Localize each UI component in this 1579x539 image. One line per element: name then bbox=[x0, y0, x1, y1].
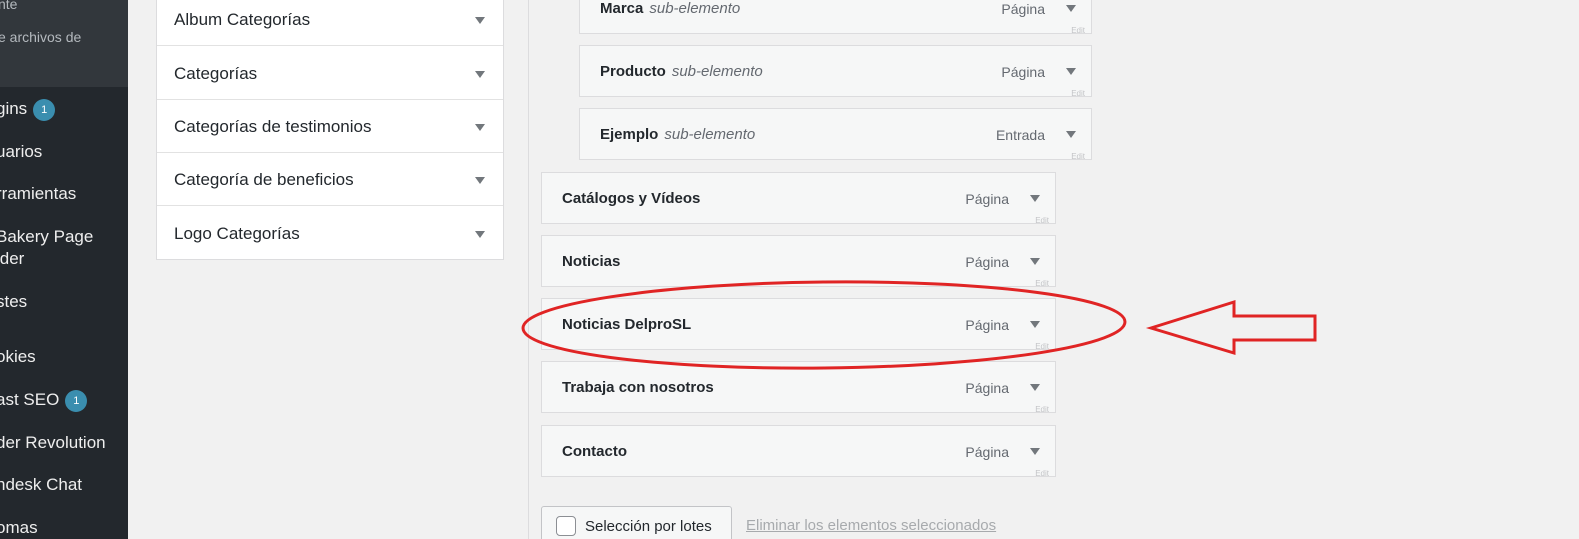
accordion-item-album-categorias[interactable]: Album Categorías bbox=[157, 0, 503, 46]
sidebar-item-wpbakery[interactable]: Bakery Page lder bbox=[0, 226, 93, 270]
sub-element-label: sub-elemento bbox=[664, 126, 756, 143]
sidebar-item-users[interactable]: uarios bbox=[0, 141, 42, 163]
caret-down-icon[interactable] bbox=[1030, 321, 1040, 328]
sidebar-item-slider-revolution[interactable]: der Revolution bbox=[0, 432, 106, 454]
edit-label: Edit bbox=[1071, 26, 1085, 35]
accordion-item-label: Categorías de testimonios bbox=[174, 117, 372, 136]
menu-item-noticias[interactable]: Noticias Página Edit bbox=[541, 235, 1056, 288]
edit-label: Edit bbox=[1035, 279, 1049, 288]
edit-label: Edit bbox=[1071, 152, 1085, 161]
accordion-item-logo-categorias[interactable]: Logo Categorías bbox=[157, 207, 503, 260]
caret-down-icon[interactable] bbox=[1066, 5, 1076, 12]
menu-item-title: Noticias DelproSL bbox=[562, 316, 692, 333]
sidebar-item-ajustes[interactable]: stes bbox=[0, 291, 27, 313]
sub-element-label: sub-elemento bbox=[649, 0, 741, 17]
accordion-item-label: Categorías bbox=[174, 64, 258, 83]
menu-item-title: Ejemplo sub-elemento bbox=[600, 126, 756, 143]
update-count-badge: 1 bbox=[65, 389, 88, 412]
menu-item-noticias-delprosl[interactable]: Noticias DelproSL Página Edit bbox=[541, 298, 1056, 351]
edit-label: Edit bbox=[1035, 469, 1049, 478]
caret-down-icon bbox=[475, 231, 485, 238]
sidebar-submenu: nte e archivos de bbox=[0, 0, 128, 87]
menu-item-contacto[interactable]: Contacto Página Edit bbox=[541, 425, 1056, 478]
update-count-badge: 1 bbox=[33, 98, 56, 121]
caret-down-icon bbox=[475, 71, 485, 78]
edit-label: Edit bbox=[1035, 342, 1049, 351]
bulk-select-label: Selección por lotes bbox=[585, 518, 712, 535]
caret-down-icon[interactable] bbox=[1030, 448, 1040, 455]
accordion-item-label: Categoría de beneficios bbox=[174, 170, 354, 189]
menu-item-catalogos-videos[interactable]: Catálogos y Vídeos Página Edit bbox=[541, 172, 1056, 225]
bulk-select-button[interactable]: Selección por lotes bbox=[541, 506, 732, 539]
sidebar-subitem-2[interactable]: e archivos de bbox=[0, 29, 81, 45]
caret-down-icon bbox=[475, 17, 485, 24]
menu-item-title: Trabaja con nosotros bbox=[562, 379, 714, 396]
annotation-arrow-icon bbox=[1145, 299, 1317, 356]
sidebar-item-tools[interactable]: rramientas bbox=[0, 183, 76, 205]
remove-selected-link[interactable]: Eliminar los elementos seleccionados bbox=[746, 517, 996, 534]
caret-down-icon[interactable] bbox=[1030, 384, 1040, 391]
admin-sidebar: nte e archivos de gins 1 uarios rramienta… bbox=[0, 0, 128, 539]
menu-item-type: Página bbox=[965, 317, 1009, 333]
menu-item-producto[interactable]: Producto sub-elemento Página Edit bbox=[579, 45, 1092, 98]
menu-item-title: Producto sub-elemento bbox=[600, 63, 763, 80]
sidebar-item-label: gins bbox=[0, 99, 28, 118]
caret-down-icon[interactable] bbox=[1066, 68, 1076, 75]
caret-down-icon bbox=[475, 124, 485, 131]
edit-label: Edit bbox=[1035, 216, 1049, 225]
accordion-item-label: Album Categorías bbox=[174, 10, 311, 29]
edit-label: Edit bbox=[1035, 405, 1049, 414]
menu-item-title: Catálogos y Vídeos bbox=[562, 190, 701, 207]
menu-item-type: Página bbox=[965, 254, 1009, 270]
menu-item-type: Página bbox=[1001, 64, 1045, 80]
column-divider bbox=[528, 0, 529, 539]
menu-item-title: Contacto bbox=[562, 443, 627, 460]
menu-item-ejemplo[interactable]: Ejemplo sub-elemento Entrada Edit bbox=[579, 108, 1092, 161]
caret-down-icon[interactable] bbox=[1066, 131, 1076, 138]
sidebar-item-label: lder bbox=[0, 249, 25, 268]
accordion-item-categorias[interactable]: Categorías bbox=[157, 47, 503, 100]
sidebar-item-label: ast SEO bbox=[0, 390, 60, 409]
bulk-select-checkbox[interactable] bbox=[556, 516, 576, 536]
accordion-item-label: Logo Categorías bbox=[174, 224, 300, 243]
caret-down-icon[interactable] bbox=[1030, 258, 1040, 265]
caret-down-icon[interactable] bbox=[1030, 195, 1040, 202]
caret-down-icon bbox=[475, 177, 485, 184]
menu-item-trabaja-con-nosotros[interactable]: Trabaja con nosotros Página Edit bbox=[541, 361, 1056, 414]
sub-element-label: sub-elemento bbox=[671, 63, 763, 80]
menu-item-type: Entrada bbox=[995, 127, 1045, 143]
accordion-item-categorias-testimonios[interactable]: Categorías de testimonios bbox=[157, 100, 503, 153]
menu-item-type: Página bbox=[965, 380, 1009, 396]
menu-item-title: Marca sub-elemento bbox=[600, 0, 741, 17]
menu-item-marca[interactable]: Marca sub-elemento Página Edit bbox=[579, 0, 1092, 35]
sidebar-item-cookies[interactable]: okies bbox=[0, 346, 36, 368]
menu-item-title: Noticias bbox=[562, 253, 621, 270]
sidebar-item-idiomas[interactable]: omas bbox=[0, 517, 38, 539]
sidebar-item-zendesk-chat[interactable]: ndesk Chat bbox=[0, 474, 82, 496]
edit-label: Edit bbox=[1071, 89, 1085, 98]
sidebar-item-plugins[interactable]: gins 1 bbox=[0, 98, 56, 121]
add-menu-items-accordion: Album Categorías Categorías Categorías d… bbox=[156, 0, 504, 260]
sidebar-item-label: Bakery Page bbox=[0, 227, 94, 246]
menu-item-type: Página bbox=[965, 191, 1009, 207]
sidebar-item-yoast-seo[interactable]: ast SEO 1 bbox=[0, 389, 88, 412]
accordion-item-categoria-beneficios[interactable]: Categoría de beneficios bbox=[157, 153, 503, 206]
menu-item-type: Página bbox=[1001, 1, 1045, 17]
menu-item-type: Página bbox=[965, 444, 1009, 460]
sidebar-subitem-1[interactable]: nte bbox=[0, 0, 17, 12]
